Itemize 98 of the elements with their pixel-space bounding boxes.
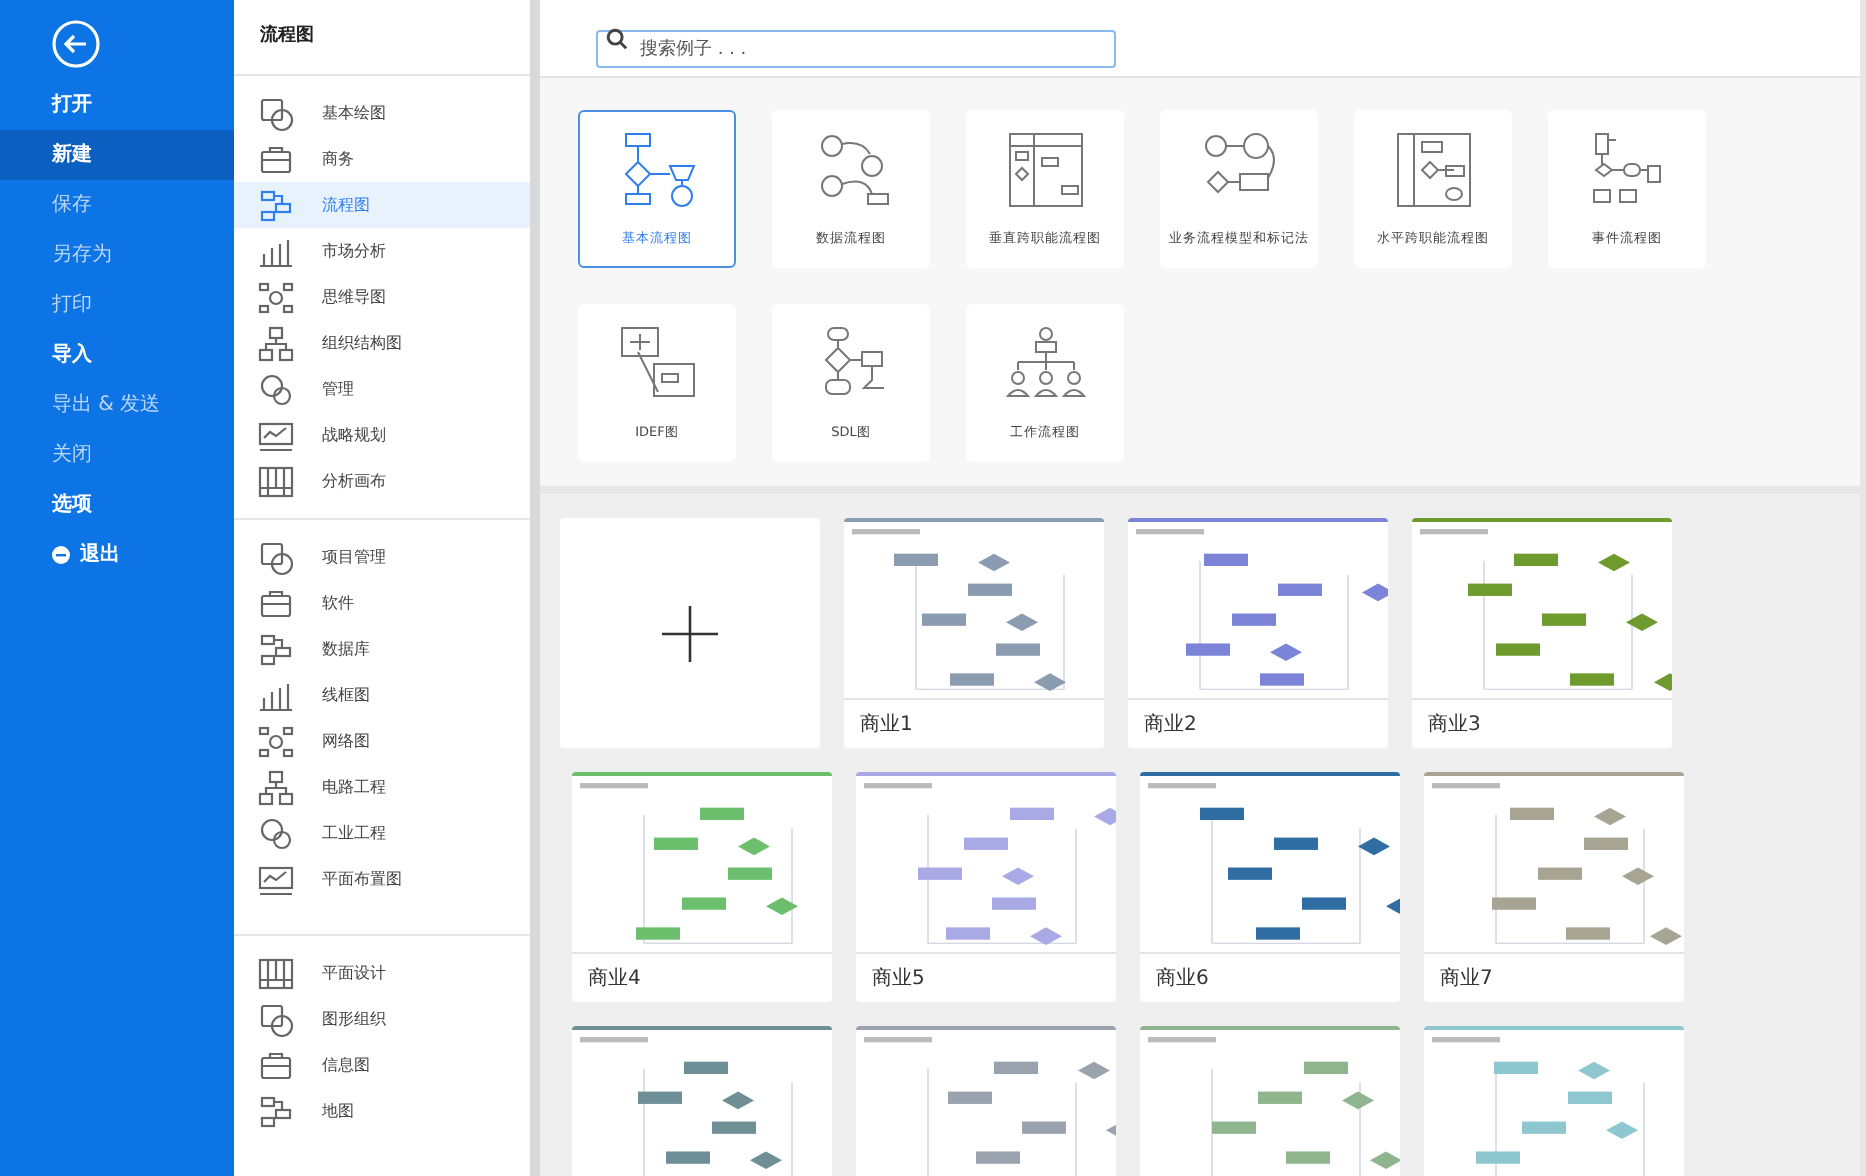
category-icon — [258, 187, 294, 223]
category-item[interactable]: 分析画布 — [234, 458, 530, 504]
panel-title: 流程图 — [260, 23, 314, 50]
category-icon — [258, 95, 294, 131]
category-item[interactable]: 组织结构图 — [234, 320, 530, 366]
template-card[interactable]: 商业5 — [856, 772, 1116, 1002]
category-icon — [258, 463, 294, 499]
category-item[interactable]: 基本绘图 — [234, 90, 530, 136]
category-icon — [258, 955, 294, 991]
category-label: 组织结构图 — [322, 331, 402, 355]
category-icon — [258, 1001, 294, 1037]
category-item[interactable]: 思维导图 — [234, 274, 530, 320]
search-icon — [606, 27, 628, 49]
category-item[interactable]: 市场分析 — [234, 228, 530, 274]
menu-item[interactable]: 选项 — [0, 480, 234, 530]
exit-icon — [52, 546, 70, 564]
category-label: 思维导图 — [322, 285, 386, 309]
plus-icon — [662, 605, 718, 661]
diagram-type-icon — [1005, 129, 1085, 210]
category-label: 战略规划 — [322, 423, 386, 447]
category-icon — [258, 631, 294, 667]
category-item[interactable]: 软件 — [234, 580, 530, 626]
category-item[interactable]: 图形组织 — [234, 996, 530, 1042]
category-label: 软件 — [322, 591, 354, 615]
category-icon — [258, 141, 294, 177]
category-icon — [258, 769, 294, 805]
category-item[interactable]: 电路工程 — [234, 764, 530, 810]
template-label: 商业6 — [1156, 965, 1209, 993]
template-label: 商业7 — [1440, 965, 1493, 993]
template-label: 商业1 — [860, 711, 913, 739]
category-item[interactable]: 平面设计 — [234, 950, 530, 996]
template-card[interactable]: 商业6 — [1140, 772, 1400, 1002]
category-icon — [258, 1047, 294, 1083]
category-label: 线框图 — [322, 683, 370, 707]
category-label: 平面布置图 — [322, 867, 402, 891]
back-button[interactable] — [52, 20, 100, 68]
menu-item-label: 选项 — [52, 491, 92, 520]
category-icon — [258, 585, 294, 621]
category-label: 信息图 — [322, 1053, 370, 1077]
category-item[interactable]: 项目管理 — [234, 534, 530, 580]
category-item[interactable]: 商务 — [234, 136, 530, 182]
menu-item-label: 打开 — [52, 91, 92, 120]
template-card[interactable]: 商业2 — [1128, 518, 1388, 748]
category-icon — [258, 539, 294, 575]
menu-item-label: 保存 — [52, 192, 92, 220]
menu-item-label: 导出 & 发送 — [52, 391, 161, 420]
category-icon — [258, 279, 294, 315]
category-icon — [258, 723, 294, 759]
search-field[interactable]: 搜索例子 . . . — [596, 30, 1116, 68]
category-item[interactable]: 平面布置图 — [234, 856, 530, 902]
menu-item[interactable]: 退出 — [0, 530, 234, 580]
category-item[interactable]: 网络图 — [234, 718, 530, 764]
menu-item-label: 关闭 — [52, 441, 92, 470]
category-label: 图形组织 — [322, 1007, 386, 1031]
template-card[interactable]: 商业3 — [1412, 518, 1672, 748]
category-label: 电路工程 — [322, 775, 386, 799]
category-item[interactable]: 流程图 — [234, 182, 530, 228]
category-item[interactable]: 战略规划 — [234, 412, 530, 458]
category-icon — [258, 815, 294, 851]
menu-item[interactable]: 打开 — [0, 80, 234, 130]
category-label: 基本绘图 — [322, 101, 386, 125]
template-card[interactable]: 商业4 — [572, 772, 832, 1002]
template-label: 商业2 — [1144, 711, 1197, 739]
category-label: 数据库 — [322, 637, 370, 661]
category-label: 工业工程 — [322, 821, 386, 845]
category-item[interactable]: 地图 — [234, 1088, 530, 1134]
template-card[interactable]: 商业1 — [844, 518, 1104, 748]
category-icon — [258, 1093, 294, 1129]
menu-item-label: 新建 — [52, 140, 92, 170]
category-label: 商务 — [322, 147, 354, 171]
template-label: 商业4 — [588, 965, 641, 993]
category-icon — [258, 417, 294, 453]
category-label: 地图 — [322, 1099, 354, 1123]
menu-item-label: 退出 — [80, 541, 120, 570]
menu-item[interactable]: 新建 — [0, 130, 234, 180]
category-item[interactable]: 信息图 — [234, 1042, 530, 1088]
template-card[interactable]: 商业7 — [1424, 772, 1684, 1002]
category-icon — [258, 325, 294, 361]
template-label: 商业5 — [872, 965, 925, 993]
category-label: 项目管理 — [322, 545, 386, 569]
menu-item[interactable]: 导入 — [0, 330, 234, 380]
category-item[interactable]: 工业工程 — [234, 810, 530, 856]
category-item[interactable]: 管理 — [234, 366, 530, 412]
category-label: 网络图 — [322, 729, 370, 753]
category-label: 分析画布 — [322, 469, 386, 493]
menu-item-label: 另存为 — [52, 241, 112, 270]
menu-item-label: 导入 — [52, 341, 92, 370]
category-icon — [258, 861, 294, 897]
category-icon — [258, 371, 294, 407]
category-label: 管理 — [322, 377, 354, 401]
category-label: 平面设计 — [322, 961, 386, 985]
diagram-type-icon — [1393, 129, 1473, 210]
category-item[interactable]: 数据库 — [234, 626, 530, 672]
menu-item-label: 打印 — [52, 291, 92, 320]
category-item[interactable]: 线框图 — [234, 672, 530, 718]
template-label: 商业3 — [1428, 711, 1481, 739]
category-label: 市场分析 — [322, 239, 386, 263]
category-label: 流程图 — [322, 193, 370, 217]
